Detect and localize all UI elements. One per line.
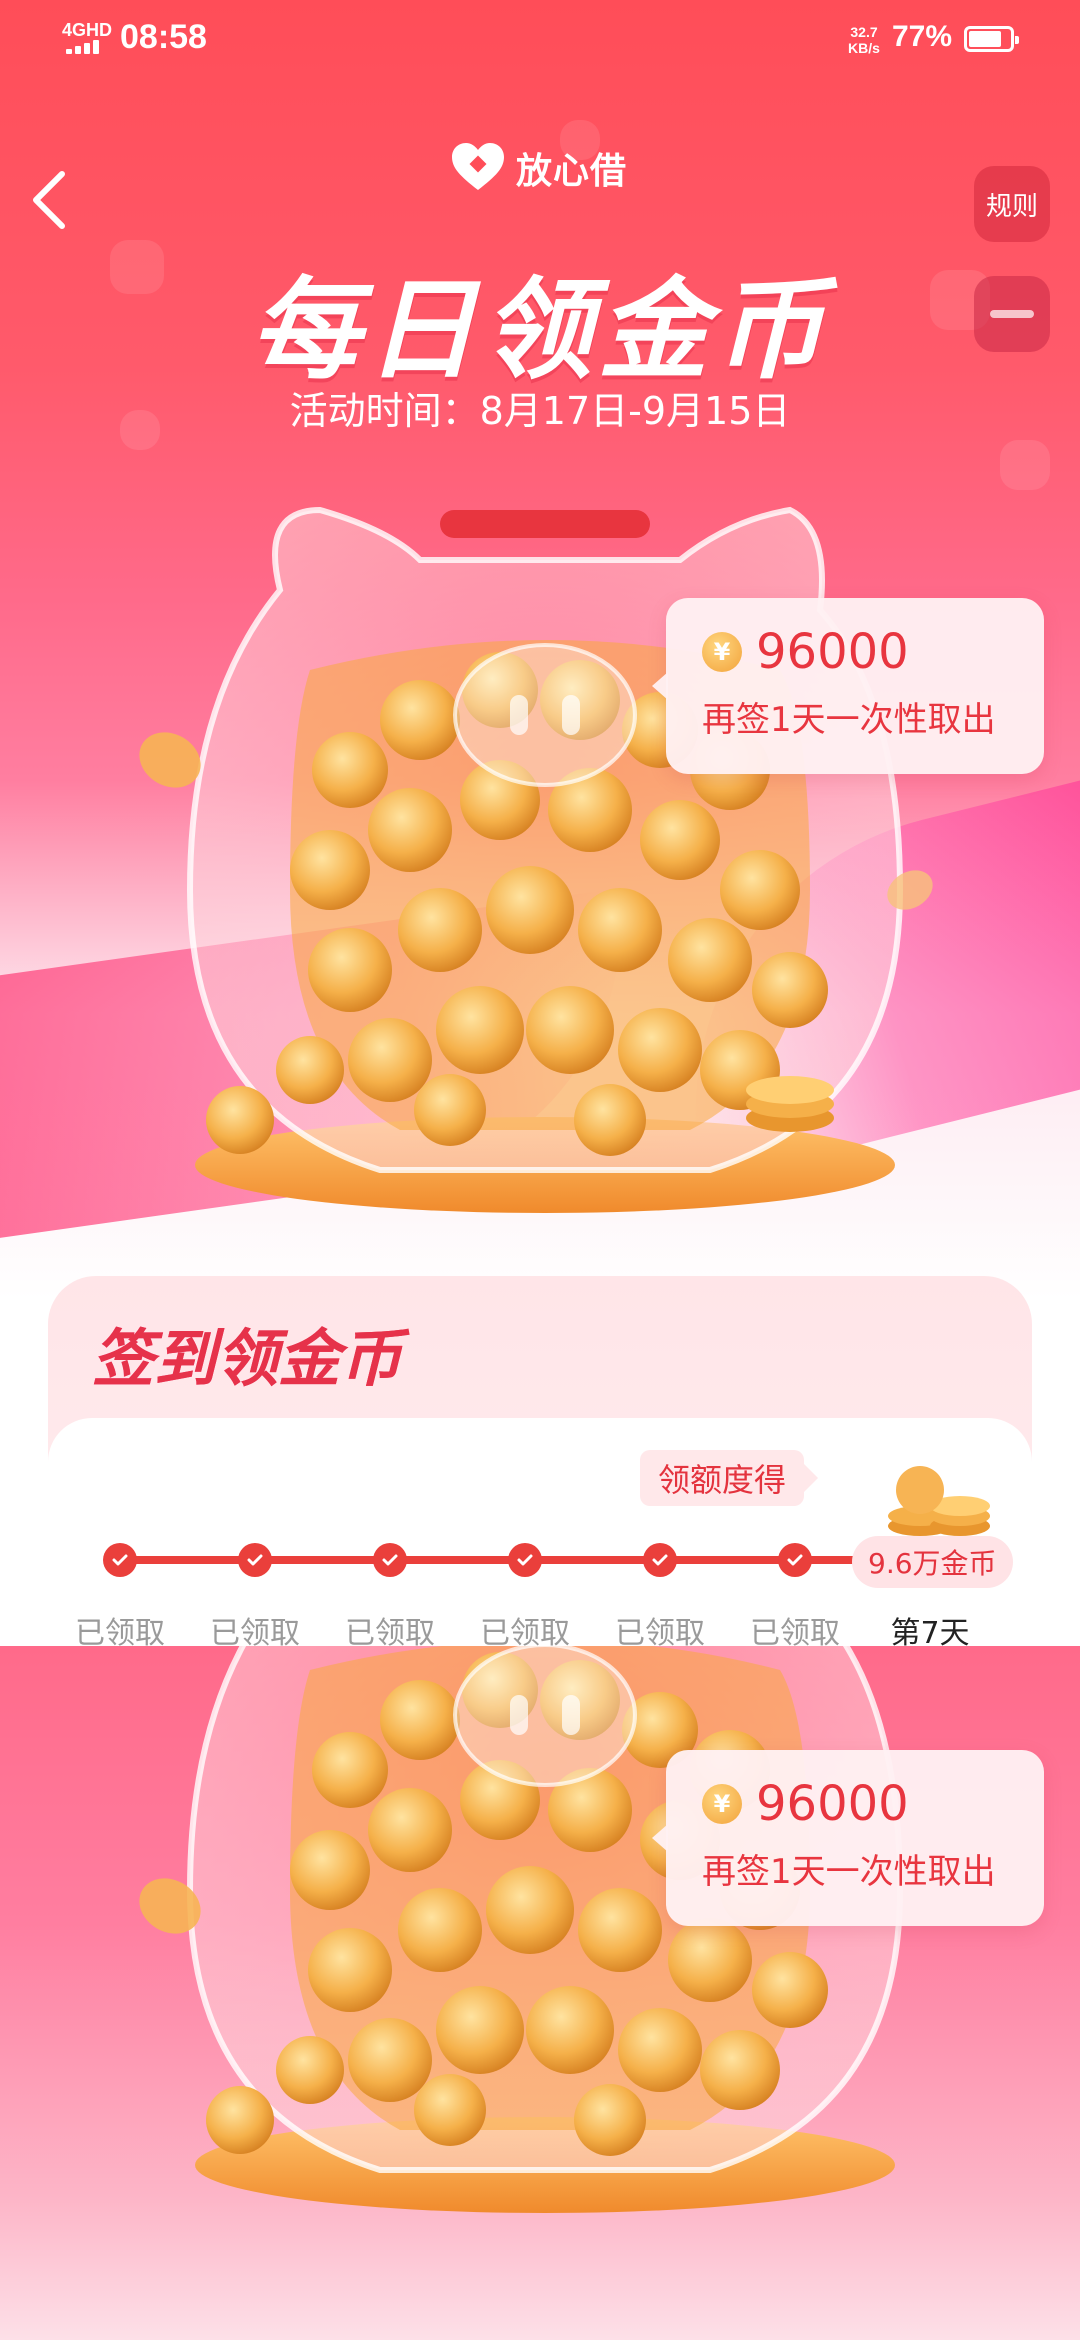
check-icon: [643, 1543, 677, 1577]
floating-coin: [139, 732, 201, 788]
piggy-jar-illustration: [186, 1646, 904, 2213]
hero-section-repeat: ¥ 96000 再签1天一次性取出: [0, 1646, 1080, 2340]
check-icon: [238, 1543, 272, 1577]
reward-chip: 9.6万金币: [852, 1536, 1013, 1588]
progress-track: [118, 1556, 858, 1564]
page-title: 每日领金币: [250, 266, 830, 394]
check-icon: [373, 1543, 407, 1577]
app-screen: 4GHD 08:58 32.7 KB/s 77% 放心借 规则 每日领金币 活动…: [0, 0, 1080, 2340]
network-indicator: 4GHD: [62, 20, 113, 40]
checkin-title: 签到领金币: [92, 1308, 402, 1398]
brand-name: 放心借: [516, 151, 628, 192]
yen-coin-icon: ¥: [702, 1784, 742, 1824]
bubble-amount: 96000: [756, 624, 909, 680]
bubble-amount: 96000: [756, 1776, 909, 1832]
check-icon: [508, 1543, 542, 1577]
checkin-tip: 领额度得: [640, 1450, 819, 1506]
hero-section: 4GHD 08:58 32.7 KB/s 77% 放心借 规则 每日领金币 活动…: [0, 0, 1080, 1300]
network-speed: 32.7 KB/s: [842, 24, 886, 56]
status-bar: 4GHD 08:58 32.7 KB/s 77%: [0, 0, 1080, 80]
bubble-subtitle: 再签1天一次性取出: [702, 1852, 996, 1892]
coin-stack-icon: [888, 1466, 990, 1536]
chevron-left-icon: [33, 171, 65, 229]
clock: 08:58: [120, 18, 207, 56]
speed-unit: KB/s: [848, 40, 880, 56]
battery-icon: [964, 26, 1019, 52]
decor-square: [1000, 440, 1050, 490]
piggy-jar-illustration: [186, 506, 904, 1213]
signal-icon: [66, 40, 108, 54]
check-icon: [103, 1543, 137, 1577]
heart-logo-icon: [452, 143, 504, 190]
yen-coin-icon: ¥: [702, 632, 742, 672]
battery-percent: 77%: [892, 20, 953, 53]
speed-value: 32.7: [850, 24, 878, 40]
back-button[interactable]: [22, 160, 82, 240]
activity-time: 活动时间：8月17日-9月15日: [289, 389, 791, 433]
check-icon: [778, 1543, 812, 1577]
reward-bubble: ¥ 96000 再签1天一次性取出: [652, 1750, 1044, 1926]
reward-bubble: ¥ 96000 再签1天一次性取出: [652, 598, 1044, 774]
bubble-subtitle: 再签1天一次性取出: [702, 700, 996, 740]
floating-coin: [887, 870, 933, 910]
brand: 放心借: [450, 138, 627, 198]
rules-button[interactable]: 规则: [974, 166, 1050, 242]
floating-coin: [139, 1878, 201, 1934]
